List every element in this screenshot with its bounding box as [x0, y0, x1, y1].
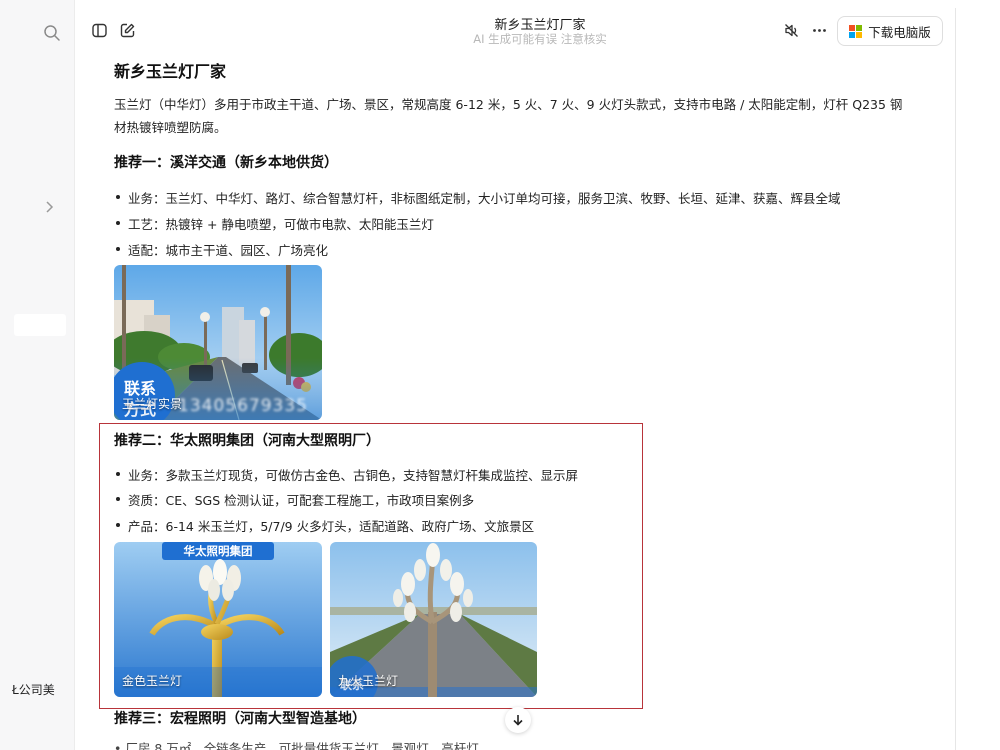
recommendation-1-title: 推荐一：溪洋交通（新乡本地供货）	[114, 155, 338, 171]
sidebar-highlight	[14, 314, 66, 336]
image-caption: 玉兰灯实景	[122, 397, 183, 411]
nine-head-lamp-photo[interactable]: 联系 九火玉兰灯	[330, 542, 537, 697]
image-caption: 金色玉兰灯	[122, 674, 183, 688]
more-icon[interactable]	[811, 22, 828, 39]
panel-divider	[955, 8, 956, 750]
brand-banner: 华太照明集团	[183, 544, 253, 558]
street-lamp-photo[interactable]: 联系 方式 13405679335 玉兰灯实景	[114, 265, 322, 420]
download-desktop-button[interactable]: 下载电脑版	[837, 16, 943, 46]
search-icon[interactable]	[43, 24, 61, 42]
left-sidebar: Ł公司美	[0, 0, 75, 750]
list-item: 适配：城市主干道、园区、广场亮化	[114, 240, 328, 259]
download-button-label: 下载电脑版	[868, 24, 931, 40]
list-item: • 厂房 8 万㎡，全链条生产，可批量供货玉兰灯、景观灯、高杆灯	[114, 741, 479, 750]
chevron-right-icon[interactable]	[44, 198, 56, 216]
list-item: 工艺：热镀锌 + 静电喷塑，可做市电款、太阳能玉兰灯	[114, 214, 434, 233]
contact-phone: 13405679335	[178, 396, 308, 416]
article-intro: 玉兰灯（中华灯）多用于市政主干道、广场、景区，常规高度 6-12 米，5 火、7…	[114, 97, 903, 135]
sidebar-toggle-icon[interactable]	[91, 22, 108, 39]
sidebar-item-fragment[interactable]: Ł公司美	[12, 681, 72, 698]
golden-lamp-photo[interactable]: 华太照明集团 金色玉兰灯	[114, 542, 322, 697]
recommendation-3-title: 推荐三：宏程照明（河南大型智造基地）	[114, 711, 366, 727]
top-bar: 新乡玉兰灯厂家 AI 生成可能有误 注意核实 下载电脑版	[75, 0, 1000, 56]
list-item: 业务：玉兰灯、中华灯、路灯、综合智慧灯杆，非标图纸定制，大小订单均可接，服务卫滨…	[114, 188, 841, 207]
scroll-to-bottom-button[interactable]	[505, 707, 531, 733]
edit-icon[interactable]	[119, 22, 136, 39]
image-caption: 九火玉兰灯	[338, 674, 399, 688]
mute-icon[interactable]	[783, 22, 800, 39]
arrow-down-icon	[513, 715, 523, 726]
windows-logo-icon	[849, 24, 863, 38]
recommendation-2-title: 推荐二：华太照明集团（河南大型照明厂）	[114, 433, 380, 449]
list-item: 产品：6-14 米玉兰灯，5/7/9 火多灯头，适配道路、政府广场、文旅景区	[114, 516, 534, 535]
list-item: 资质：CE、SGS 检测认证，可配套工程施工，市政项目案例多	[114, 490, 474, 509]
list-item: 业务：多款玉兰灯现货，可做仿古金色、古铜色，支持智慧灯杆集成监控、显示屏	[114, 465, 578, 484]
ai-disclaimer: AI 生成可能有误 注意核实	[473, 32, 607, 46]
article-heading: 新乡玉兰灯厂家	[114, 62, 227, 81]
